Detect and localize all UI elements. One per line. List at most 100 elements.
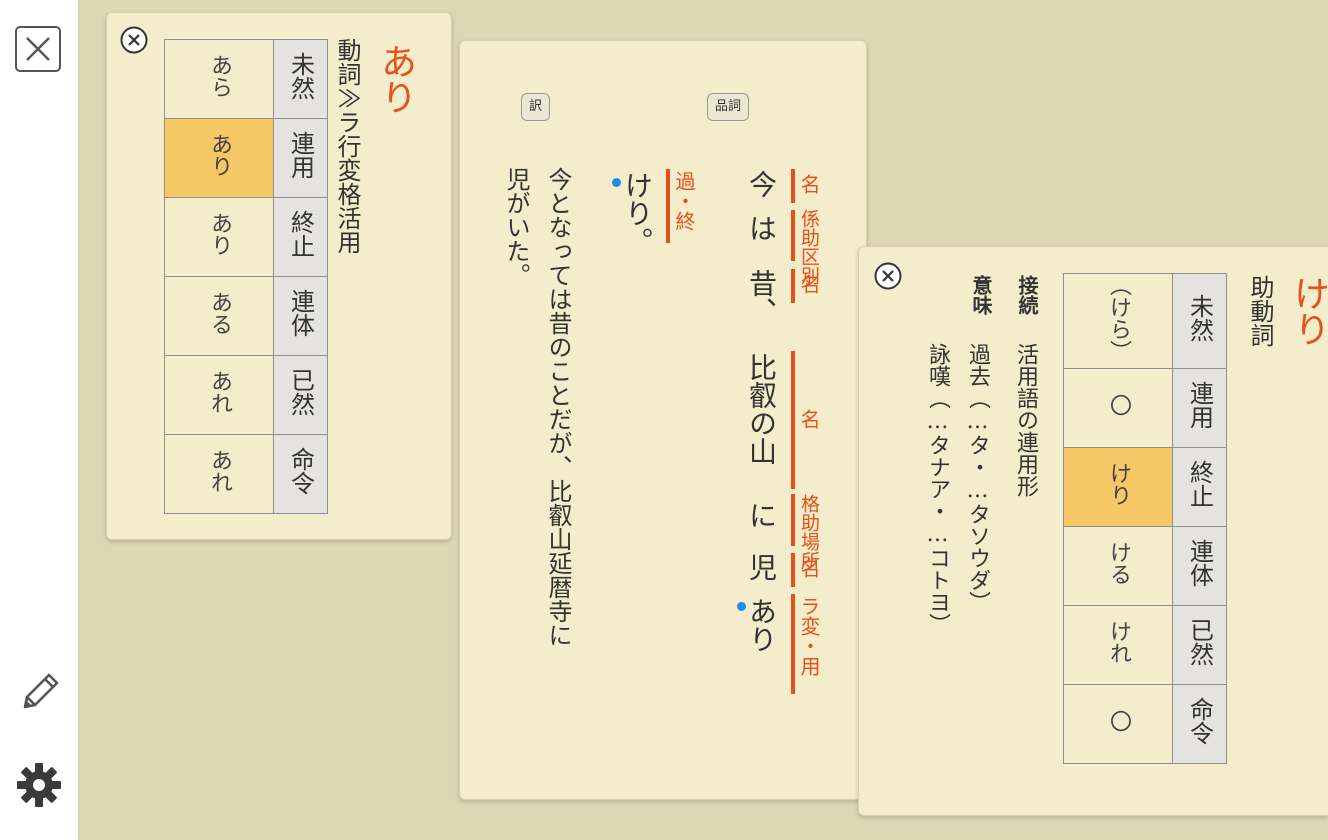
part-of-speech-tag[interactable]: 品詞 — [707, 93, 750, 121]
conjugation-row: 〇 連用 — [1063, 368, 1227, 448]
conjugation-label: 命令 — [1185, 697, 1214, 745]
conjugation-form: けれ — [1106, 620, 1131, 664]
conjugation-row: あれ 命令 — [164, 434, 328, 514]
translation-tag[interactable]: 訳 — [521, 93, 551, 121]
conjugation-label: 連用 — [286, 131, 315, 179]
pos-label: 名 — [797, 274, 821, 294]
ari-conjugation-card: あり 動詞≫ラ行変格活用 あら 未然 あり 連用 あり 終止 ある 連体 あれ 已然 あれ 命令 — [106, 12, 452, 540]
conjugation-row: あり 連用 — [164, 118, 328, 198]
conjugation-form: ける — [1106, 541, 1131, 585]
close-circle-icon[interactable] — [873, 261, 903, 291]
conjugation-row: 〇 命令 — [1063, 684, 1227, 764]
conjugation-label: 未然 — [286, 52, 315, 100]
conjugation-form-cell[interactable]: けれ — [1063, 605, 1173, 685]
part-of-speech: 助動詞 — [1246, 275, 1274, 347]
conjugation-label: 終止 — [1185, 460, 1214, 508]
part-of-speech: 動詞≫ラ行変格活用 — [333, 38, 361, 254]
conjugation-form-cell[interactable]: けり — [1063, 447, 1173, 527]
conjugation-form: ある — [207, 291, 232, 335]
word-title: あり — [375, 43, 416, 115]
conjugation-form: あら — [207, 54, 232, 98]
pos-label: 格助場所 — [798, 494, 820, 570]
translation-text: 児がいた。 — [502, 167, 530, 287]
meaning-text: 過去（…タ・…タソウダ） — [965, 343, 990, 613]
conjugation-form-cell[interactable]: 〇 — [1063, 684, 1173, 764]
conjugation-row: ある 連体 — [164, 276, 328, 356]
conjugation-form: あれ — [207, 449, 232, 493]
pos-bar — [791, 553, 795, 587]
text-chunk[interactable]: あり — [745, 597, 778, 653]
conjugation-form: 〇 — [1106, 394, 1131, 416]
translation-text: 今となっては昔のことだが、比叡山延暦寺に — [544, 167, 572, 647]
connection-label: 接続 — [1015, 275, 1039, 315]
text-chunk[interactable]: 今 — [745, 170, 778, 198]
conjugation-form: あれ — [207, 370, 232, 414]
conjugation-label: 命令 — [286, 447, 315, 495]
conjugation-label-cell: 連用 — [1172, 368, 1227, 448]
pos-label: 名 — [797, 558, 821, 578]
conjugation-label-cell: 已然 — [273, 355, 328, 435]
conjugation-form-cell[interactable]: あり — [164, 197, 274, 277]
conjugation-row: けれ 已然 — [1063, 605, 1227, 685]
conjugation-form: あり — [207, 212, 232, 256]
conjugation-label-cell: 終止 — [273, 197, 328, 277]
conjugation-form-cell[interactable]: ある — [164, 276, 274, 356]
pos-bar — [666, 169, 670, 243]
conjugation-form: けり — [1106, 462, 1131, 506]
conjugation-table: （けら） 未然〇連用 けり 終止 ける 連体 けれ 已然〇命令 — [1063, 273, 1227, 764]
close-x-icon[interactable] — [15, 26, 61, 72]
conjugation-form-cell[interactable]: （けら） — [1063, 273, 1173, 369]
conjugation-label-cell: 連用 — [273, 118, 328, 198]
sentence-card: 訳 品詞 今 は 昔、 比叡の山 に 児 あり 名 係助区別 名 名 格助場所 … — [459, 40, 867, 800]
conjugation-form-cell[interactable]: あれ — [164, 355, 274, 435]
text-chunk[interactable]: けり。 — [621, 171, 654, 255]
conjugation-label-cell: 已然 — [1172, 605, 1227, 685]
conjugation-form-cell[interactable]: 〇 — [1063, 368, 1173, 448]
conjugation-form-cell[interactable]: あり — [164, 118, 274, 198]
inflection-dot — [612, 178, 621, 187]
conjugation-form: （けら） — [1106, 274, 1131, 362]
conjugation-row: あれ 已然 — [164, 355, 328, 435]
conjugation-label: 終止 — [286, 210, 315, 258]
text-chunk[interactable]: は — [745, 214, 778, 242]
pos-label: 名 — [797, 174, 821, 194]
pos-bar — [791, 494, 795, 546]
conjugation-label: 未然 — [1185, 294, 1214, 342]
text-chunk[interactable]: 比叡の山 — [745, 353, 778, 465]
conjugation-row: けり 終止 — [1063, 447, 1227, 527]
conjugation-label-cell: 命令 — [1172, 684, 1227, 764]
word-title: けり — [1288, 275, 1328, 347]
conjugation-label-cell: 未然 — [273, 39, 328, 119]
conjugation-row: ける 連体 — [1063, 526, 1227, 606]
conjugation-form: あり — [207, 133, 232, 177]
conjugation-label-cell: 未然 — [1172, 273, 1227, 369]
conjugation-table: あら 未然 あり 連用 あり 終止 ある 連体 あれ 已然 あれ 命令 — [164, 39, 328, 514]
pencil-icon[interactable] — [14, 668, 64, 718]
conjugation-label-cell: 連体 — [273, 276, 328, 356]
pos-label: 係助区別 — [798, 209, 820, 285]
conjugation-form-cell[interactable]: あら — [164, 39, 274, 119]
gear-icon[interactable] — [14, 760, 64, 810]
close-circle-icon[interactable] — [119, 25, 149, 55]
conjugation-label: 連用 — [1185, 381, 1214, 429]
pos-label: 名 — [797, 409, 821, 429]
conjugation-label-cell: 命令 — [273, 434, 328, 514]
text-chunk[interactable]: に — [745, 501, 778, 529]
conjugation-label-cell: 連体 — [1172, 526, 1227, 606]
text-chunk[interactable]: 児 — [745, 553, 778, 581]
meaning-text: 詠嘆（…タナア・…コトヨ） — [925, 343, 950, 635]
sidebar — [0, 0, 79, 840]
meaning-label: 意味 — [969, 275, 993, 315]
pos-bar — [791, 269, 795, 303]
pos-bar — [791, 351, 795, 489]
conjugation-label: 連体 — [1185, 539, 1214, 587]
pos-label: ラ変・用 — [797, 596, 821, 676]
conjugation-row: あら 未然 — [164, 39, 328, 119]
text-chunk[interactable]: 昔、 — [745, 269, 778, 325]
conjugation-row: あり 終止 — [164, 197, 328, 277]
conjugation-row: （けら） 未然 — [1063, 273, 1227, 369]
conjugation-form-cell[interactable]: あれ — [164, 434, 274, 514]
conjugation-form: 〇 — [1106, 710, 1131, 732]
conjugation-form-cell[interactable]: ける — [1063, 526, 1173, 606]
conjugation-label: 已然 — [1185, 618, 1214, 666]
